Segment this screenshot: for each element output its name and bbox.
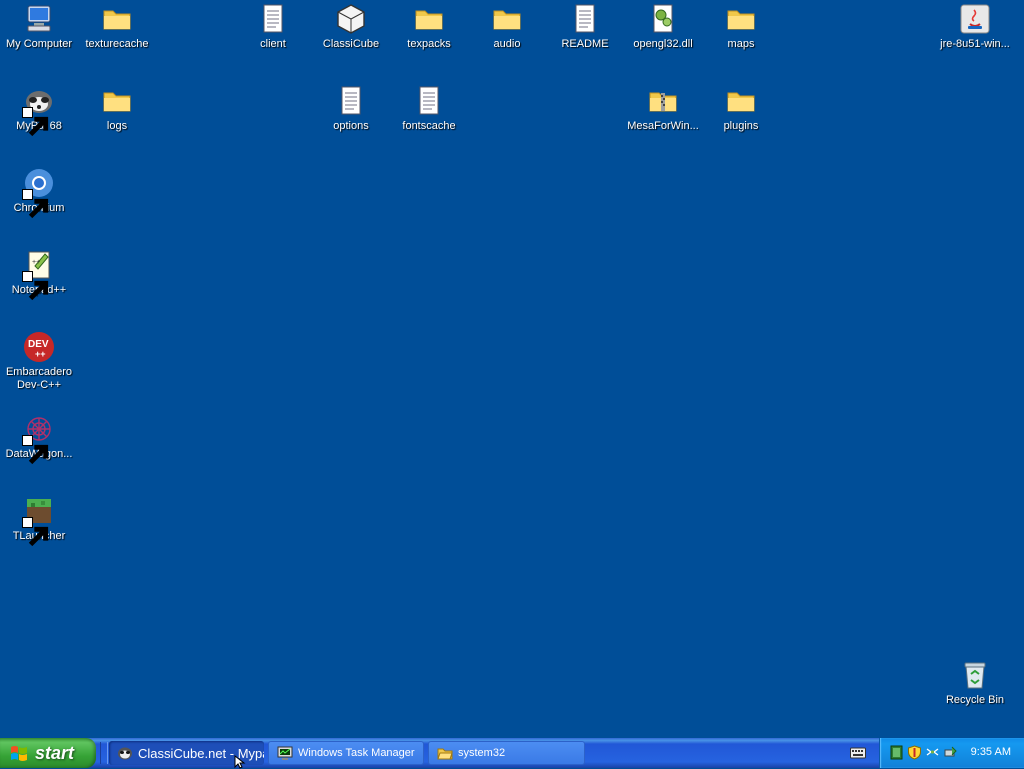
start-label: start bbox=[35, 742, 75, 763]
desktop-icon-logs[interactable]: logs bbox=[78, 84, 156, 133]
datawagon-icon bbox=[22, 412, 56, 465]
desktop-icon-client[interactable]: client bbox=[234, 2, 312, 51]
icon-label: texpacks bbox=[407, 38, 451, 50]
desktop-icon-my-computer[interactable]: My Computer bbox=[0, 2, 78, 51]
icon-label: audio bbox=[493, 38, 521, 50]
text-file-icon bbox=[256, 2, 290, 36]
icon-label: plugins bbox=[723, 120, 759, 132]
desktop[interactable]: My Computer texturecache client ClassiCu… bbox=[0, 0, 1024, 738]
desktop-icon-plugins[interactable]: plugins bbox=[702, 84, 780, 133]
devcpp-icon: DEV ++ bbox=[22, 330, 56, 364]
icon-label: My Computer bbox=[5, 38, 73, 50]
mypal-icon bbox=[118, 747, 132, 760]
desktop-icon-readme[interactable]: README bbox=[546, 2, 624, 51]
icon-label: maps bbox=[727, 38, 755, 50]
folder-icon bbox=[100, 84, 134, 118]
folder-icon bbox=[724, 2, 758, 36]
shortcut-arrow-icon bbox=[22, 107, 49, 137]
shortcut-arrow-icon bbox=[22, 271, 49, 301]
taskbar: start ClassiCube.net - Mypal Windows Tas… bbox=[0, 738, 1024, 768]
desktop-icon-texpacks[interactable]: texpacks bbox=[390, 2, 468, 51]
shortcut-arrow-icon bbox=[22, 189, 49, 219]
chromium-icon bbox=[22, 166, 56, 219]
shortcut-arrow-icon bbox=[22, 517, 49, 547]
text-file-icon bbox=[568, 2, 602, 36]
icon-label: README bbox=[561, 38, 609, 50]
system-tray: 9:35 AM bbox=[879, 738, 1024, 768]
desktop-icon-fontscache[interactable]: fontscache bbox=[390, 84, 468, 133]
taskbar-button-task-manager[interactable]: Windows Task Manager bbox=[268, 741, 424, 765]
desktop-icon-mypal[interactable]: MyPal 68 bbox=[0, 84, 78, 137]
tlauncher-icon bbox=[22, 494, 56, 547]
icon-label: ClassiCube bbox=[322, 38, 380, 50]
taskbar-grip[interactable] bbox=[100, 742, 108, 764]
zip-folder-icon bbox=[646, 84, 680, 118]
desktop-icon-audio[interactable]: audio bbox=[468, 2, 546, 51]
desktop-icon-opengl32[interactable]: opengl32.dll bbox=[624, 2, 702, 51]
network-icon[interactable] bbox=[925, 745, 940, 760]
start-button[interactable]: start bbox=[0, 738, 96, 768]
folder-icon bbox=[412, 2, 446, 36]
java-installer-icon bbox=[958, 2, 992, 36]
notepadpp-icon: ++ bbox=[22, 248, 56, 301]
recycle-bin-icon bbox=[958, 658, 992, 692]
folder-icon bbox=[100, 2, 134, 36]
icon-label: opengl32.dll bbox=[633, 38, 693, 50]
clock[interactable]: 9:35 AM bbox=[971, 746, 1011, 758]
desktop-icon-recycle-bin[interactable]: Recycle Bin bbox=[936, 658, 1014, 707]
icon-label: options bbox=[333, 120, 369, 132]
desktop-icon-maps[interactable]: maps bbox=[702, 2, 780, 51]
security-shield-icon[interactable] bbox=[907, 745, 922, 760]
dll-file-icon bbox=[646, 2, 680, 36]
icon-label: logs bbox=[106, 120, 128, 132]
desktop-icon-tlauncher[interactable]: TLauncher bbox=[0, 494, 78, 547]
desktop-icon-chromium[interactable]: Chromium bbox=[0, 166, 78, 219]
desktop-icon-mesa-zip[interactable]: MesaForWin... bbox=[624, 84, 702, 133]
icon-label: client bbox=[260, 38, 286, 50]
desktop-icon-jre-installer[interactable]: jre-8u51-win... bbox=[936, 2, 1014, 51]
windows-flag-icon bbox=[11, 746, 27, 761]
icon-label: Embarcadero Dev-C++ bbox=[5, 366, 73, 391]
text-file-icon bbox=[334, 84, 368, 118]
taskbar-button-label: Windows Task Manager bbox=[298, 747, 415, 759]
folder-open-icon bbox=[437, 748, 453, 760]
classicube-icon bbox=[334, 2, 368, 36]
icon-label: MesaForWin... bbox=[627, 120, 699, 132]
safely-remove-hardware-icon[interactable] bbox=[943, 745, 958, 760]
task-manager-icon bbox=[277, 746, 293, 760]
folder-icon bbox=[724, 84, 758, 118]
green-square-icon[interactable] bbox=[889, 745, 904, 760]
icon-label: Recycle Bin bbox=[945, 694, 1005, 706]
icon-label: fontscache bbox=[402, 120, 456, 132]
svg-text:++: ++ bbox=[35, 349, 46, 359]
desktop-icon-classicube[interactable]: ClassiCube bbox=[312, 2, 390, 51]
mouse-cursor-icon bbox=[234, 755, 246, 769]
desktop-icon-options[interactable]: options bbox=[312, 84, 390, 133]
taskbar-button-system32[interactable]: system32 bbox=[428, 741, 585, 765]
desktop-icon-texturecache[interactable]: texturecache bbox=[78, 2, 156, 51]
icon-label: jre-8u51-win... bbox=[940, 38, 1010, 50]
folder-icon bbox=[490, 2, 524, 36]
desktop-icon-devcpp[interactable]: DEV ++ Embarcadero Dev-C++ bbox=[0, 330, 78, 392]
keyboard-icon[interactable] bbox=[850, 746, 866, 760]
desktop-icon-notepadpp[interactable]: ++ Notepad++ bbox=[0, 248, 78, 301]
svg-text:++: ++ bbox=[32, 259, 40, 266]
computer-icon bbox=[22, 2, 56, 36]
taskbar-button-label: system32 bbox=[458, 747, 506, 759]
icon-label: texturecache bbox=[85, 38, 149, 50]
shortcut-arrow-icon bbox=[22, 435, 49, 465]
mypal-icon bbox=[22, 84, 56, 137]
text-file-icon bbox=[412, 84, 446, 118]
desktop-icon-datawagon[interactable]: DataWagon... bbox=[0, 412, 78, 465]
